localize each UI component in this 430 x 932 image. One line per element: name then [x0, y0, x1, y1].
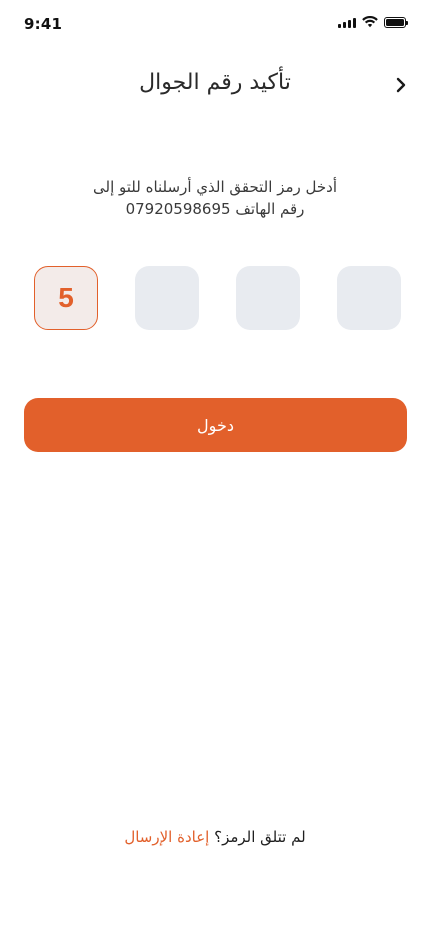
status-bar: 9:41	[0, 0, 430, 46]
otp-digit-4[interactable]	[337, 266, 401, 330]
otp-digit-2[interactable]	[135, 266, 199, 330]
resend-code-link[interactable]: إعادة الإرسال	[124, 828, 209, 846]
status-icons	[338, 16, 408, 28]
resend-row: لم تتلق الرمز؟ إعادة الإرسال	[0, 828, 430, 846]
status-time: 9:41	[24, 15, 63, 33]
resend-question: لم تتلق الرمز؟	[214, 828, 306, 846]
back-button[interactable]	[384, 68, 418, 102]
wifi-icon	[362, 16, 378, 28]
page-title: تأكيد رقم الجوال	[139, 70, 291, 95]
phone-label: رقم الهاتف	[235, 200, 305, 218]
instruction-line-2: رقم الهاتف 07920598695	[40, 198, 390, 220]
otp-input-row: 5	[34, 266, 401, 330]
otp-digit-3[interactable]	[236, 266, 300, 330]
battery-icon	[384, 16, 408, 28]
login-button[interactable]: دخول	[24, 398, 407, 452]
otp-digit-1[interactable]: 5	[34, 266, 98, 330]
chevron-right-icon	[396, 77, 406, 93]
instruction-line-1: أدخل رمز التحقق الذي أرسلناه للتو إلى	[93, 178, 337, 196]
instruction-text: أدخل رمز التحقق الذي أرسلناه للتو إلى رق…	[40, 176, 390, 220]
phone-number: 07920598695	[125, 200, 231, 218]
signal-icon	[338, 17, 356, 28]
header: تأكيد رقم الجوال	[0, 62, 430, 110]
